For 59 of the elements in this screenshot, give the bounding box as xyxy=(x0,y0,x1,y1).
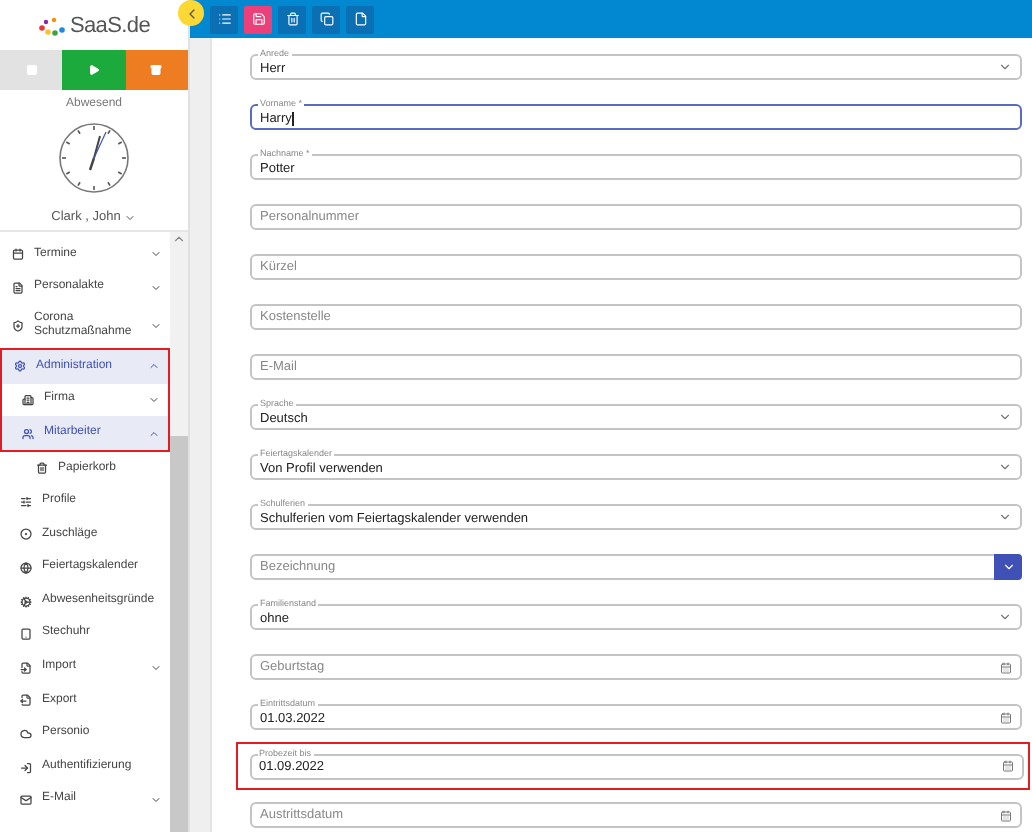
chevron-down-icon xyxy=(150,320,162,333)
menu-icon xyxy=(14,360,26,373)
menu-icon xyxy=(20,661,32,674)
status-button[interactable] xyxy=(125,50,188,90)
chevron-up-icon xyxy=(148,427,160,440)
menu-icon xyxy=(20,628,32,641)
chevron-down-icon xyxy=(998,460,1012,474)
menu-icon xyxy=(36,462,48,475)
scroll-up-icon[interactable] xyxy=(172,232,186,246)
toolbar-button[interactable] xyxy=(278,5,306,33)
menu-icon xyxy=(20,595,32,608)
file-icon xyxy=(353,12,367,26)
chevron-down-icon xyxy=(150,281,162,294)
chevron-down-icon xyxy=(998,410,1012,424)
chevron-down-icon xyxy=(1001,560,1015,574)
chevron-down-icon xyxy=(150,794,162,807)
play-icon xyxy=(87,64,100,76)
menu-icon xyxy=(12,248,24,261)
menu-icon xyxy=(12,281,24,294)
menu-icon xyxy=(22,394,34,407)
menu-icon xyxy=(20,794,32,807)
chevron-down-icon xyxy=(124,211,137,223)
dropdown-button[interactable] xyxy=(994,554,1022,580)
scrollbar[interactable] xyxy=(170,232,188,832)
menu-icon xyxy=(20,495,32,508)
menu-icon xyxy=(12,320,24,333)
chevron-down-icon xyxy=(998,610,1012,624)
analog-clock-drawing xyxy=(58,122,130,194)
list-icon xyxy=(217,12,231,26)
chevron-down-icon xyxy=(148,394,160,407)
toolbar-button[interactable] xyxy=(312,5,340,33)
toolbar-button[interactable] xyxy=(346,5,374,33)
menu-icon xyxy=(20,528,32,541)
calendar-icon[interactable] xyxy=(1000,809,1012,821)
calendar-icon[interactable] xyxy=(1000,661,1012,673)
chevron-down-icon xyxy=(150,661,162,674)
chevron-up-icon xyxy=(148,360,160,373)
menu-icon xyxy=(20,761,32,774)
scrollbar-thumb[interactable] xyxy=(170,436,188,832)
calendar-icon[interactable] xyxy=(1001,760,1013,772)
chevron-down-icon xyxy=(998,510,1012,524)
chevron-down-icon xyxy=(998,60,1012,74)
logo-dots-icon xyxy=(37,15,66,35)
copy-icon xyxy=(319,12,333,26)
status-button[interactable] xyxy=(62,50,126,90)
trash-icon xyxy=(285,12,299,26)
box-icon xyxy=(150,64,163,76)
menu-icon xyxy=(22,427,34,440)
toolbar-button[interactable] xyxy=(210,5,238,33)
calendar-icon[interactable] xyxy=(1000,711,1012,723)
chevron-down-icon xyxy=(150,248,162,261)
menu-icon xyxy=(20,728,32,741)
text-cursor xyxy=(291,112,293,126)
save-icon xyxy=(251,12,265,26)
menu-icon xyxy=(20,694,32,707)
toolbar-button[interactable] xyxy=(244,5,272,33)
logo-text: SaaS.de xyxy=(69,13,151,37)
square-icon xyxy=(25,64,38,76)
menu-icon xyxy=(20,562,32,575)
